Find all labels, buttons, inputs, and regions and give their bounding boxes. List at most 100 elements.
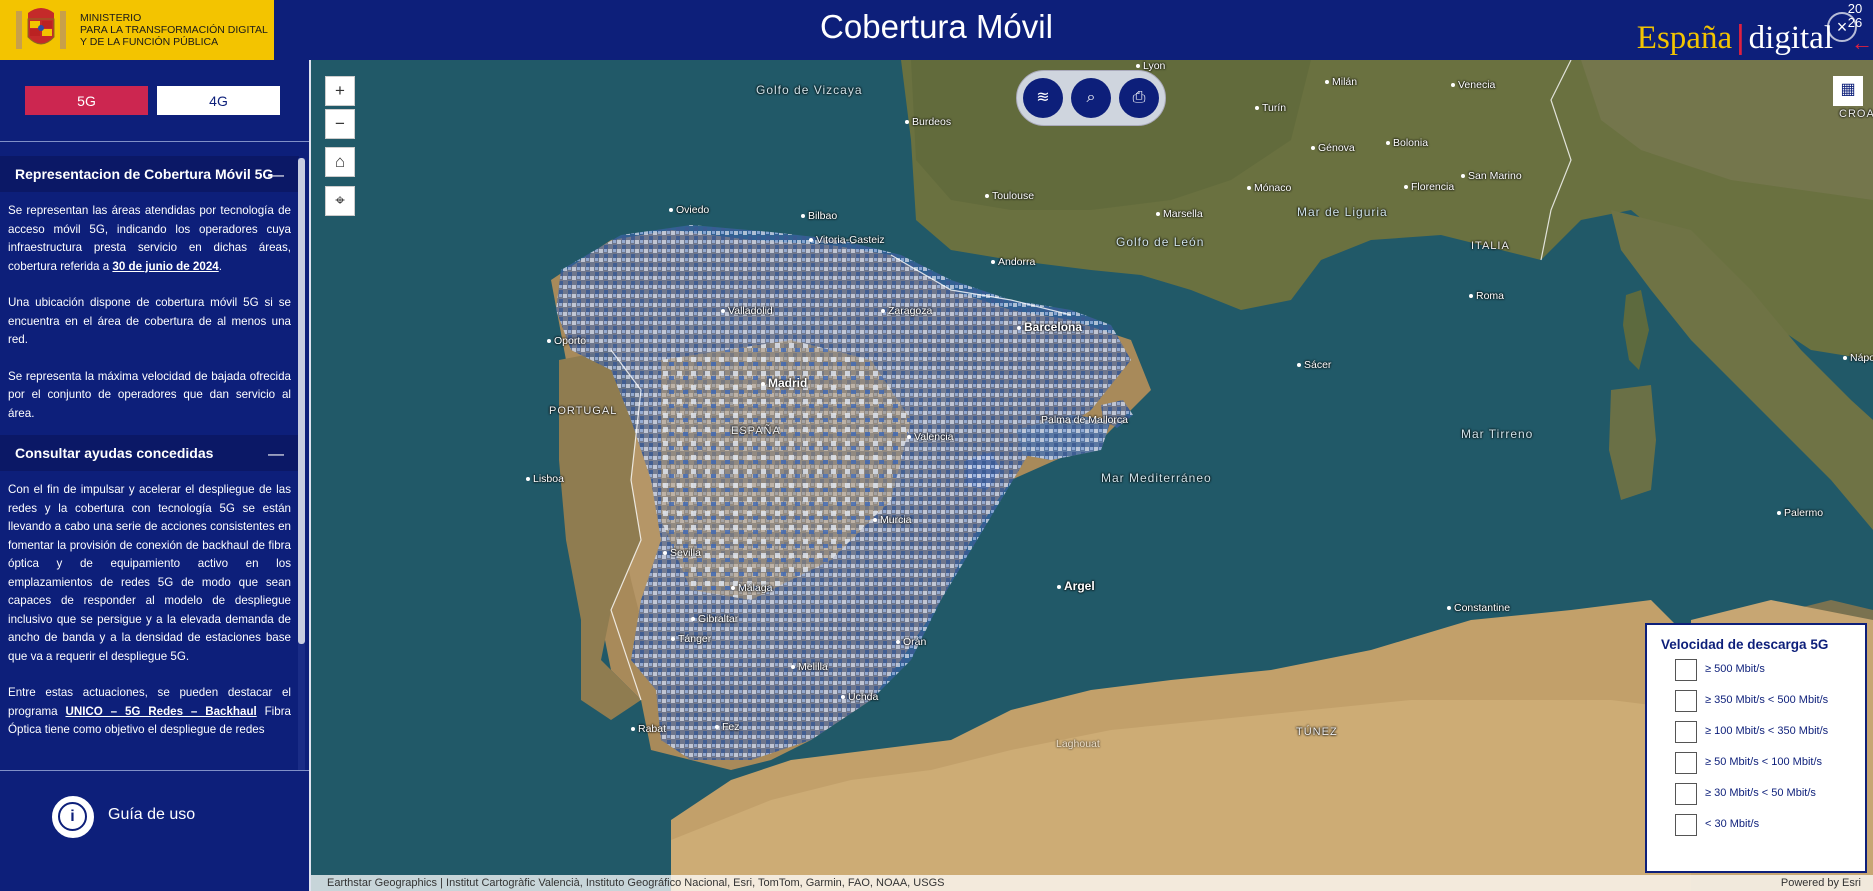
page-title: Cobertura Móvil: [820, 8, 1053, 45]
paragraph: Se representan las áreas atendidas por t…: [8, 204, 291, 273]
print-button[interactable]: ⎙: [1119, 78, 1159, 118]
legend-swatch: [1675, 690, 1697, 712]
map-toolbar: ≋ ⌕ ⎙: [1016, 70, 1166, 126]
map-label: Mar Tirreno: [1461, 427, 1534, 441]
map-label: Palma de Mallorca: [1041, 414, 1128, 426]
map-label: Constantine: [1447, 602, 1510, 614]
map-label: Palermo: [1777, 507, 1823, 519]
map-label: Rabat: [631, 723, 666, 735]
section-body-representacion: Se representan las áreas atendidas por t…: [0, 192, 299, 435]
map-label: Oporto: [547, 335, 586, 347]
map-label: Florencia: [1404, 181, 1454, 193]
map-label: Vitoria-Gasteiz: [809, 234, 885, 246]
map-label: Sevilla: [663, 547, 701, 559]
section-header-representacion[interactable]: Representacion de Cobertura Móvil 5G —: [0, 156, 299, 192]
map-view[interactable]: Golfo de Vizcaya Golfo de León Mar de Li…: [311, 60, 1873, 891]
map-attribution: Earthstar Geographics | Institut Cartogr…: [311, 875, 1873, 891]
map-label: Mar de Liguria: [1297, 205, 1388, 219]
map-label: Madrid: [761, 376, 807, 390]
tab-5g[interactable]: 5G: [25, 86, 148, 115]
map-label: Gibraltar: [691, 613, 738, 625]
section-body-ayudas: Con el fin de impulsar y acelerar el des…: [0, 471, 299, 770]
info-panel[interactable]: Representacion de Cobertura Móvil 5G — S…: [0, 156, 299, 770]
paragraph: Entre estas actuaciones, se pueden desta…: [8, 686, 292, 736]
panel-scrollbar[interactable]: [298, 158, 305, 770]
zoom-out-button[interactable]: −: [325, 109, 355, 139]
unico-program-link[interactable]: UNICO – 5G Redes – Backhaul: [65, 705, 256, 718]
map-label: Sácer: [1297, 359, 1331, 371]
legend-item: ≥ 30 Mbit/s < 50 Mbit/s: [1675, 783, 1865, 805]
qr-code-icon: ▦: [1840, 81, 1856, 98]
search-button[interactable]: ⌕: [1071, 78, 1111, 118]
layers-button[interactable]: ≋: [1023, 78, 1063, 118]
year-badge: 20 26: [1847, 1, 1863, 30]
map-label: Golfo de Vizcaya: [756, 83, 863, 97]
legend-panel: Velocidad de descarga 5G ≥ 500 Mbit/s ≥ …: [1645, 623, 1867, 873]
locate-button[interactable]: ⌖: [325, 186, 355, 216]
powered-by-esri[interactable]: Powered by Esri: [1781, 875, 1861, 891]
arrow-left-icon: ←: [1851, 30, 1873, 55]
sidebar: 5G 4G Representacion de Cobertura Móvil …: [0, 60, 311, 891]
map-label: Orán: [896, 636, 926, 648]
date-link: 30 de junio de 2024: [112, 259, 219, 273]
map-label: Uchda: [841, 691, 878, 703]
app-header: Ministerio para la transformación digita…: [0, 0, 1873, 60]
map-label: Bolonia: [1386, 137, 1428, 149]
map-label: Tánger: [671, 633, 711, 645]
legend-swatch: [1675, 752, 1697, 774]
scrollbar-thumb[interactable]: [298, 158, 305, 644]
guide-label: Guía de uso: [108, 806, 196, 823]
collapse-icon[interactable]: —: [268, 166, 284, 186]
map-label: Argel: [1057, 579, 1095, 593]
section-title: Consultar ayudas concedidas: [15, 445, 214, 461]
legend-item: < 30 Mbit/s: [1675, 814, 1865, 836]
map-label: San Marino: [1461, 170, 1522, 182]
collapse-icon[interactable]: —: [268, 445, 284, 465]
legend-swatch: [1675, 659, 1697, 681]
paragraph: Con el fin de impulsar y acelerar el des…: [8, 483, 291, 663]
legend-title: Velocidad de descarga 5G: [1661, 637, 1829, 652]
map-label: Venecia: [1451, 79, 1495, 91]
print-icon: ⎙: [1132, 89, 1146, 106]
legend-item: ≥ 500 Mbit/s: [1675, 659, 1865, 681]
map-label: Bilbao: [801, 210, 837, 222]
map-label: Laghouat: [1056, 738, 1100, 750]
map-label: Barcelona: [1017, 320, 1082, 334]
map-label: Valencia: [907, 431, 954, 443]
map-label: Valladolid: [721, 305, 773, 317]
map-label: Golfo de León: [1116, 235, 1205, 249]
espana-digital-logo[interactable]: España | digital: [1637, 18, 1833, 57]
map-label: Milán: [1325, 76, 1357, 88]
map-label: Murcia: [873, 514, 912, 526]
technology-tabs: 5G 4G: [0, 60, 309, 142]
tab-4g[interactable]: 4G: [157, 86, 280, 115]
user-guide-link[interactable]: i Guía de uso: [0, 770, 309, 891]
info-icon: i: [52, 796, 94, 838]
map-label: Mar Mediterráneo: [1101, 471, 1212, 485]
map-label: Nápo: [1843, 352, 1873, 364]
map-label: ITALIA: [1471, 240, 1510, 252]
map-label: Mónaco: [1247, 182, 1291, 194]
section-header-ayudas[interactable]: Consultar ayudas concedidas —: [0, 435, 299, 471]
qr-code-button[interactable]: ▦: [1833, 76, 1863, 106]
legend-swatch: [1675, 783, 1697, 805]
locate-icon: ⌖: [335, 191, 345, 210]
map-label: Oviedo: [669, 204, 709, 216]
home-button[interactable]: ⌂: [325, 147, 355, 177]
search-icon: ⌕: [1086, 89, 1096, 106]
map-label: Zaragoza: [881, 305, 932, 317]
map-label: CROA: [1839, 108, 1873, 120]
map-label: ESPAÑA: [731, 425, 781, 437]
legend-item: ≥ 50 Mbit/s < 100 Mbit/s: [1675, 752, 1865, 774]
paragraph: Una ubicación dispone de cobertura móvil…: [8, 296, 291, 346]
paragraph: Se representa la máxima velocidad de baj…: [8, 369, 291, 420]
map-label: Andorra: [991, 256, 1035, 268]
map-label: Burdeos: [905, 116, 951, 128]
map-label: PORTUGAL: [549, 405, 618, 417]
home-icon: ⌂: [334, 152, 346, 171]
map-label: TÚNEZ: [1296, 726, 1338, 738]
legend-swatch: [1675, 814, 1697, 836]
zoom-in-button[interactable]: +: [325, 76, 355, 106]
map-label: Marsella: [1156, 208, 1203, 220]
map-label: Málaga: [731, 582, 772, 594]
